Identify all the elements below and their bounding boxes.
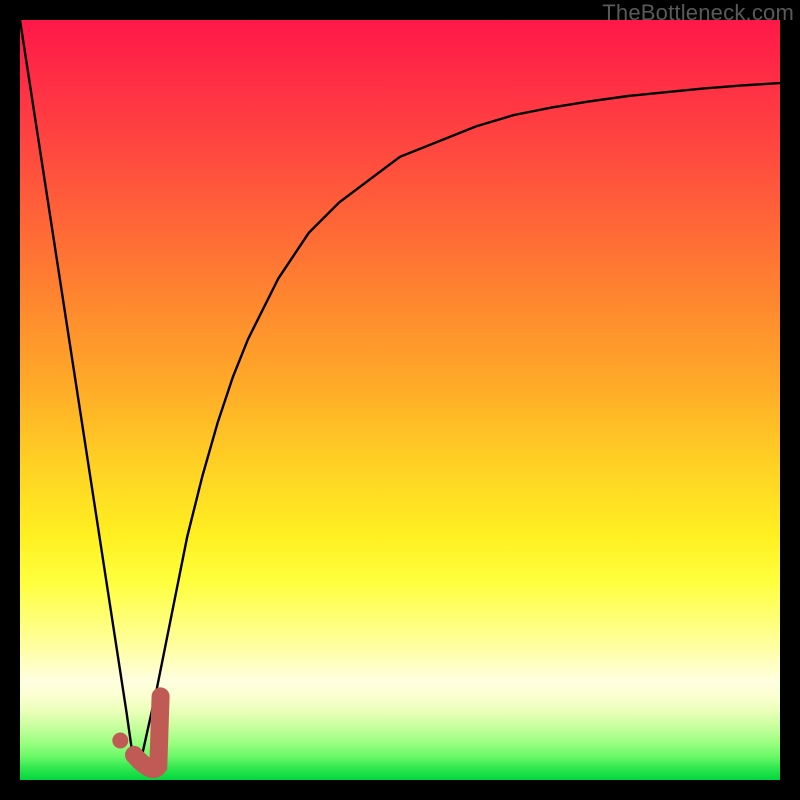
j-marker-dot <box>112 733 128 749</box>
plot-svg <box>20 20 780 780</box>
chart-frame: TheBottleneck.com <box>0 0 800 800</box>
plot-area <box>20 20 780 780</box>
bottleneck-curve <box>20 20 780 765</box>
